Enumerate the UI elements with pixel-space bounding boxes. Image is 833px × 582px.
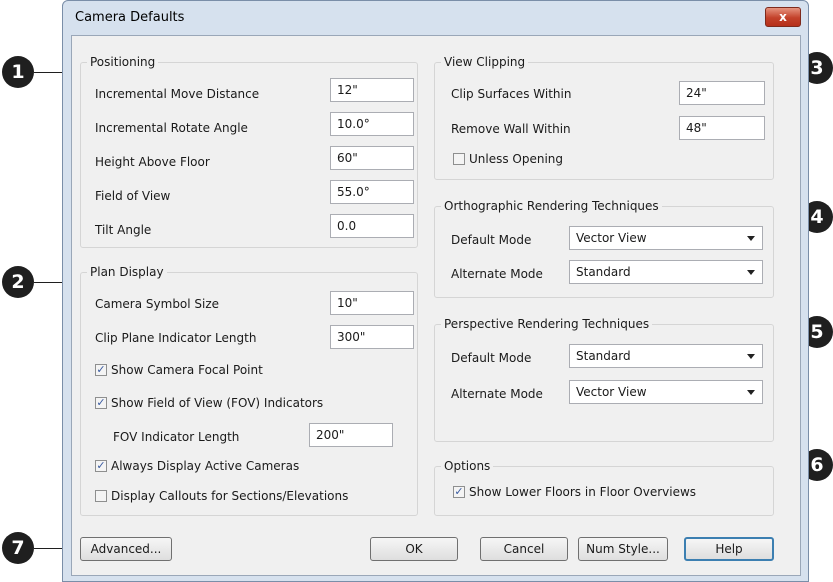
clip-surfaces-input[interactable]: 24" [679, 81, 765, 105]
incremental-move-input[interactable]: 12" [330, 78, 414, 102]
perspective-group: Perspective Rendering Techniques Default… [434, 317, 774, 442]
checkbox-box [453, 486, 465, 498]
orthographic-group: Orthographic Rendering Techniques Defaul… [434, 199, 774, 298]
always-display-active-cameras-checkbox[interactable]: Always Display Active Cameras [95, 459, 299, 473]
checkbox-box [95, 397, 107, 409]
select-value: Vector View [576, 385, 647, 399]
chevron-down-icon [747, 270, 755, 275]
checkbox-label: Show Field of View (FOV) Indicators [111, 396, 324, 410]
tilt-angle-label: Tilt Angle [95, 223, 152, 237]
num-style-button[interactable]: Num Style... [578, 537, 668, 561]
checkbox-box [95, 490, 107, 502]
select-value: Standard [576, 265, 631, 279]
select-value: Vector View [576, 231, 647, 245]
height-above-floor-input[interactable]: 60" [330, 146, 414, 170]
ortho-default-mode-label: Default Mode [451, 233, 532, 247]
checkbox-box [95, 364, 107, 376]
show-lower-floors-checkbox[interactable]: Show Lower Floors in Floor Overviews [453, 485, 696, 499]
checkbox-box [453, 153, 465, 165]
clip-plane-length-input[interactable]: 300" [330, 325, 414, 349]
ortho-default-mode-select[interactable]: Vector View [569, 226, 763, 250]
camera-symbol-size-label: Camera Symbol Size [95, 297, 220, 311]
title-bar: Camera Defaults x [63, 1, 808, 35]
display-callouts-checkbox[interactable]: Display Callouts for Sections/Elevations [95, 489, 348, 503]
incremental-rotate-input[interactable]: 10.0° [330, 112, 414, 136]
tilt-angle-input[interactable]: 0.0 [330, 214, 414, 238]
clip-plane-length-label: Clip Plane Indicator Length [95, 331, 257, 345]
advanced-button[interactable]: Advanced... [80, 537, 172, 561]
checkbox-label: Display Callouts for Sections/Elevations [111, 489, 349, 503]
ortho-alternate-mode-label: Alternate Mode [451, 267, 543, 281]
close-button[interactable]: x [765, 7, 801, 27]
callout-7: 7 [2, 532, 34, 564]
field-of-view-label: Field of View [95, 189, 171, 203]
unless-opening-checkbox[interactable]: Unless Opening [453, 152, 563, 166]
remove-wall-input[interactable]: 48" [679, 116, 765, 140]
incremental-move-label: Incremental Move Distance [95, 87, 260, 101]
cancel-button[interactable]: Cancel [480, 537, 568, 561]
checkbox-box [95, 460, 107, 472]
fov-indicator-length-input[interactable]: 200" [309, 423, 393, 447]
perspective-title: Perspective Rendering Techniques [441, 317, 653, 331]
checkbox-label: Always Display Active Cameras [111, 459, 300, 473]
show-camera-focal-point-checkbox[interactable]: Show Camera Focal Point [95, 363, 263, 377]
ortho-alternate-mode-select[interactable]: Standard [569, 260, 763, 284]
chevron-down-icon [747, 390, 755, 395]
chevron-down-icon [747, 236, 755, 241]
view-clipping-title: View Clipping [441, 55, 529, 69]
persp-default-mode-label: Default Mode [451, 351, 532, 365]
ok-button[interactable]: OK [370, 537, 458, 561]
help-button[interactable]: Help [684, 537, 774, 561]
field-of-view-input[interactable]: 55.0° [330, 180, 414, 204]
show-fov-indicators-checkbox[interactable]: Show Field of View (FOV) Indicators [95, 396, 323, 410]
callout-2: 2 [2, 266, 34, 298]
view-clipping-group: View Clipping Clip Surfaces Within 24" R… [434, 55, 774, 180]
close-icon: x [779, 10, 787, 24]
plan-display-group: Plan Display Camera Symbol Size 10" Clip… [80, 265, 418, 516]
callout-1: 1 [2, 56, 34, 88]
checkbox-label: Show Camera Focal Point [111, 363, 263, 377]
positioning-title: Positioning [87, 55, 159, 69]
checkbox-label: Show Lower Floors in Floor Overviews [469, 485, 697, 499]
select-value: Standard [576, 349, 631, 363]
persp-alternate-mode-select[interactable]: Vector View [569, 380, 763, 404]
chevron-down-icon [747, 354, 755, 359]
dialog-body: Positioning Incremental Move Distance 12… [71, 35, 801, 576]
dialog-window: Camera Defaults x Positioning Incrementa… [62, 0, 809, 582]
positioning-group: Positioning Incremental Move Distance 12… [80, 55, 418, 248]
height-above-floor-label: Height Above Floor [95, 155, 210, 169]
clip-surfaces-label: Clip Surfaces Within [451, 87, 572, 101]
remove-wall-label: Remove Wall Within [451, 122, 571, 136]
options-group: Options Show Lower Floors in Floor Overv… [434, 459, 774, 516]
fov-indicator-length-label: FOV Indicator Length [113, 430, 240, 444]
persp-alternate-mode-label: Alternate Mode [451, 387, 543, 401]
plan-display-title: Plan Display [87, 265, 167, 279]
checkbox-label: Unless Opening [469, 152, 564, 166]
options-title: Options [441, 459, 494, 473]
incremental-rotate-label: Incremental Rotate Angle [95, 121, 248, 135]
orthographic-title: Orthographic Rendering Techniques [441, 199, 662, 213]
camera-symbol-size-input[interactable]: 10" [330, 291, 414, 315]
window-title: Camera Defaults [75, 10, 185, 25]
persp-default-mode-select[interactable]: Standard [569, 344, 763, 368]
